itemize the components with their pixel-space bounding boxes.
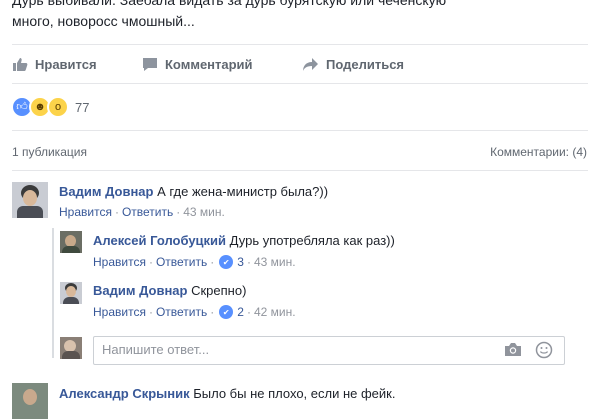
- emoji-icon[interactable]: [535, 341, 553, 362]
- comment-likes-count: 3: [237, 255, 244, 269]
- comment-author[interactable]: Александр Скрыник: [59, 386, 190, 401]
- comment-text: Скрепно): [191, 283, 247, 298]
- comment-meta: Нравится · Ответить · ✔ 2 · 42 мин.: [93, 305, 296, 319]
- reactions-summary[interactable]: 👍︎ ☻ o 77: [11, 96, 89, 118]
- comment-like-button[interactable]: Нравится: [93, 255, 146, 269]
- comment-meta: Нравится · Ответить · 43 мин.: [59, 205, 225, 219]
- like-icon: ✔: [219, 255, 234, 269]
- comment-author[interactable]: Алексей Голобуцкий: [93, 233, 226, 248]
- comment-reply-button[interactable]: Ответить: [156, 305, 207, 319]
- comment-time[interactable]: 42 мин.: [254, 305, 296, 319]
- avatar[interactable]: [12, 383, 48, 419]
- divider: [12, 130, 588, 131]
- post-text: Дурь выбивали. Заебала видать за дурь бу…: [12, 0, 588, 32]
- avatar: [60, 337, 82, 359]
- share-icon: [302, 57, 319, 72]
- comment-likes[interactable]: ✔ 2: [219, 305, 244, 319]
- like-action-button[interactable]: Нравится: [12, 57, 97, 72]
- like-action-label: Нравится: [35, 57, 97, 72]
- wow-icon: o: [47, 96, 69, 118]
- divider: [12, 44, 588, 45]
- comment-action-button[interactable]: Комментарий: [142, 57, 253, 72]
- reply-2: Вадим Довнар Скрепно): [93, 283, 246, 298]
- comment-text: Было бы не плохо, если не фейк.: [193, 386, 396, 401]
- comment-1: Вадим Довнар А где жена-министр была?)): [59, 184, 328, 199]
- thread-line: [52, 228, 54, 358]
- divider: [12, 83, 588, 84]
- avatar[interactable]: [12, 182, 48, 218]
- comment-author[interactable]: Вадим Довнар: [93, 283, 187, 298]
- comment-time[interactable]: 43 мин.: [254, 255, 296, 269]
- comment-icon: [142, 57, 158, 72]
- publications-link[interactable]: 1 публикация: [12, 145, 87, 159]
- comment-meta: Нравится · Ответить · ✔ 3 · 43 мин.: [93, 255, 296, 269]
- share-action-label: Поделиться: [326, 57, 405, 72]
- thumbs-up-icon: [12, 57, 28, 72]
- share-action-button[interactable]: Поделиться: [302, 57, 404, 72]
- comment-reply-button[interactable]: Ответить: [122, 205, 173, 219]
- camera-icon[interactable]: [504, 342, 522, 360]
- comment-author[interactable]: Вадим Довнар: [59, 184, 153, 199]
- divider: [12, 170, 588, 171]
- post-text-line-1: Дурь выбивали. Заебала видать за дурь бу…: [12, 0, 447, 8]
- comment-like-button[interactable]: Нравится: [93, 305, 146, 319]
- comment-reply-button[interactable]: Ответить: [156, 255, 207, 269]
- comment-time[interactable]: 43 мин.: [183, 205, 225, 219]
- comment-likes[interactable]: ✔ 3: [219, 255, 244, 269]
- comment-text: Дурь употребляла как раз)): [229, 233, 395, 248]
- comment-text: А где жена-министр была?)): [157, 184, 329, 199]
- post-text-line-2: много, новоросс чмошный...: [12, 13, 195, 29]
- reactions-count: 77: [75, 99, 90, 115]
- reply-1: Алексей Голобуцкий Дурь употребляла как …: [93, 233, 395, 248]
- reply-input[interactable]: [94, 337, 490, 362]
- comments-count: Комментарии: (4): [490, 145, 587, 159]
- comment-like-button[interactable]: Нравится: [59, 205, 112, 219]
- avatar[interactable]: [60, 282, 82, 304]
- comment-likes-count: 2: [237, 305, 244, 319]
- like-icon: ✔: [219, 305, 234, 319]
- reply-box: [93, 336, 565, 365]
- avatar[interactable]: [60, 231, 82, 253]
- comment-action-label: Комментарий: [165, 57, 253, 72]
- comment-4: Александр Скрыник Было бы не плохо, если…: [59, 386, 395, 401]
